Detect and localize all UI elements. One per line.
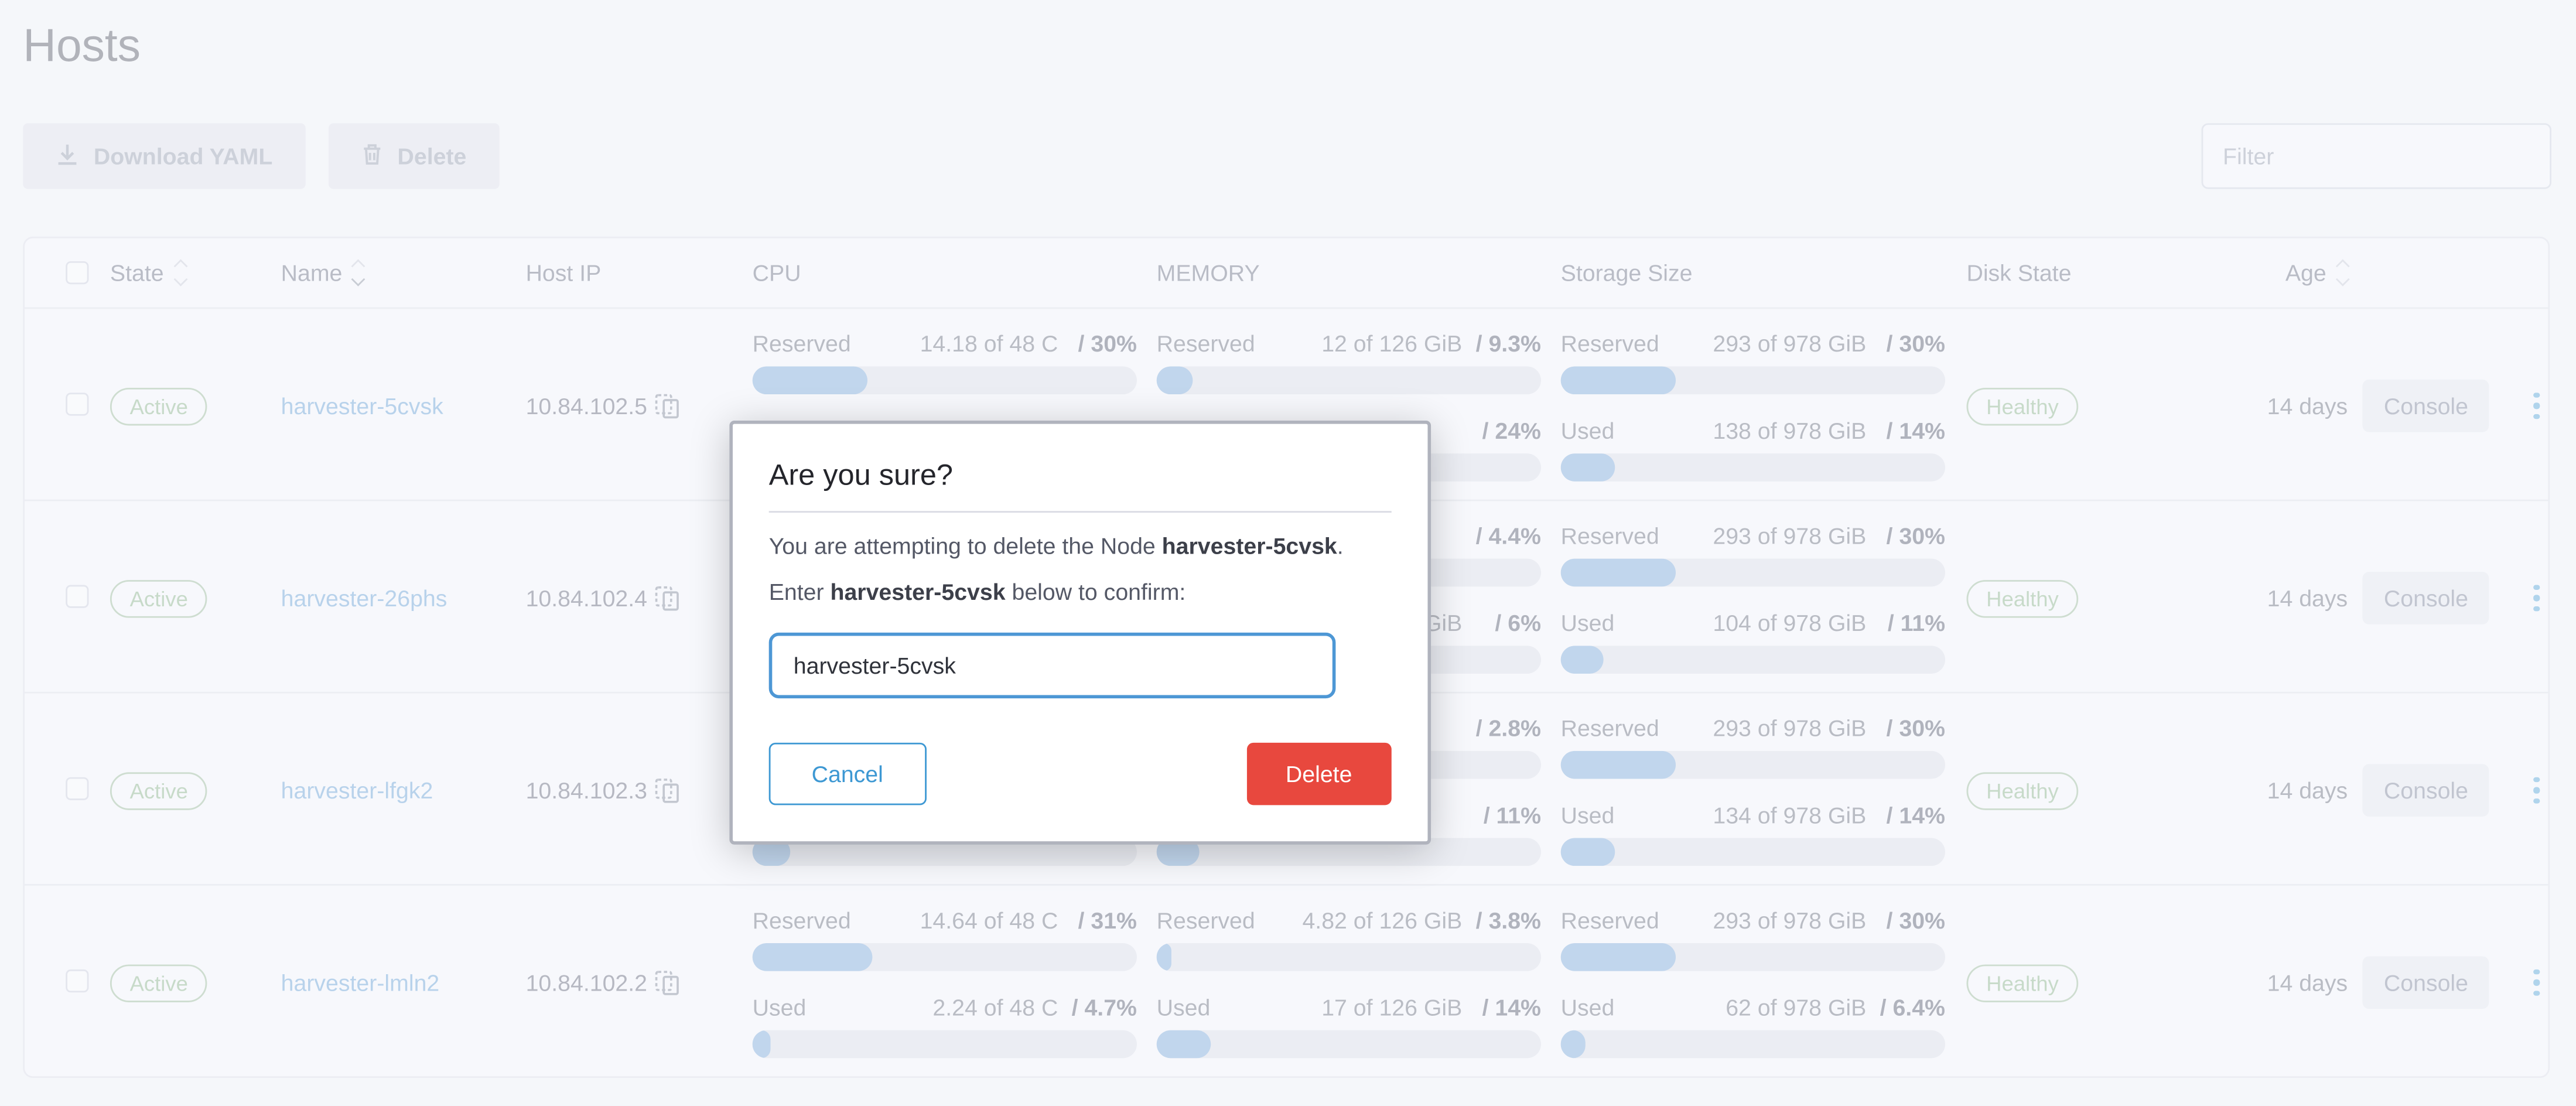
cancel-button[interactable]: Cancel (769, 743, 926, 805)
hosts-page: Hosts Download YAML Delete State (0, 0, 2576, 1106)
modal-title: Are you sure? (769, 457, 1392, 493)
modal-confirm-instruction: Enter harvester-5cvsk below to confirm: (769, 575, 1392, 610)
modal-divider (769, 511, 1392, 513)
delete-button[interactable]: Delete (1246, 743, 1392, 805)
confirm-name-input[interactable] (769, 633, 1336, 698)
delete-confirm-modal: Are you sure? You are attempting to dele… (729, 421, 1431, 845)
modal-message: You are attempting to delete the Node ha… (769, 529, 1392, 564)
